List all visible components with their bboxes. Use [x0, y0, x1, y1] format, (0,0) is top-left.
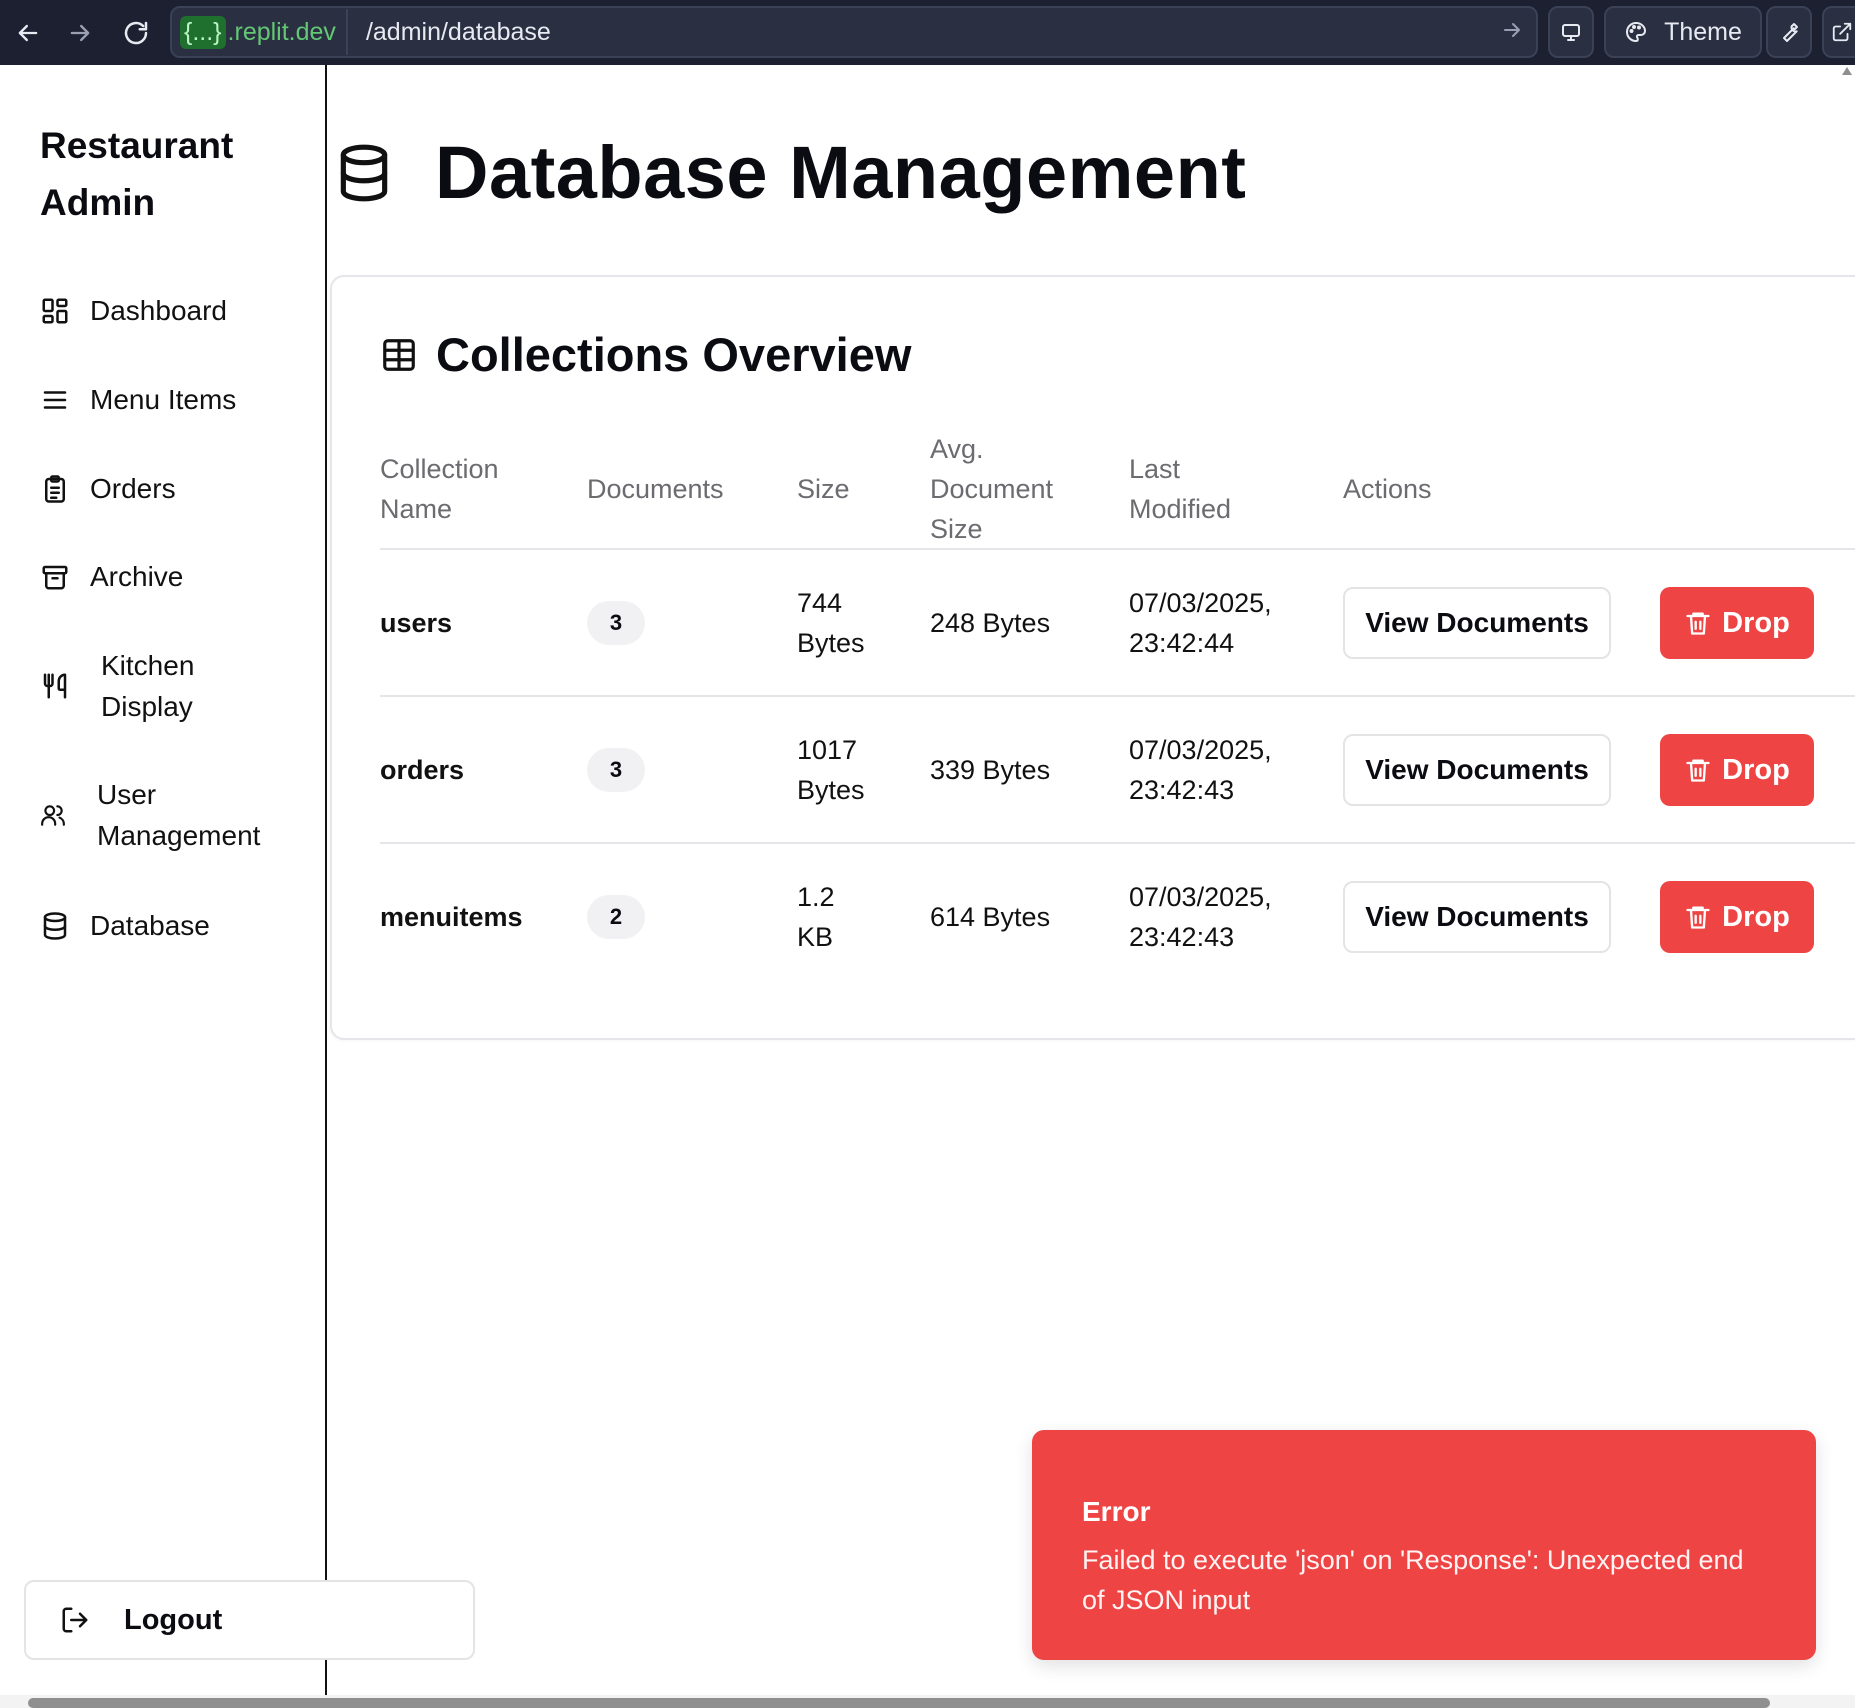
card-header: Collections Overview	[380, 327, 911, 382]
view-documents-button[interactable]: View Documents	[1343, 587, 1611, 659]
drop-label: Drop	[1722, 900, 1790, 933]
collections-card: Collections Overview Collection Name Doc…	[330, 275, 1855, 1040]
wrench-icon	[1783, 23, 1798, 42]
archive-icon	[42, 565, 68, 589]
database-icon	[340, 144, 388, 201]
sidebar-item-label: Archive	[90, 561, 184, 592]
reload-icon	[124, 21, 148, 44]
logout-button[interactable]: Logout	[24, 1580, 475, 1660]
drop-button[interactable]: Drop	[1660, 881, 1814, 953]
sidebar-item-kitchen-display[interactable]: Kitchen Display	[40, 645, 241, 727]
trash-icon	[1686, 759, 1710, 782]
forward-button[interactable]	[52, 0, 108, 65]
layout-dashboard-icon	[42, 298, 68, 323]
reload-button[interactable]	[108, 0, 164, 65]
logout-label: Logout	[124, 1603, 223, 1636]
logout-icon	[62, 1607, 88, 1633]
theme-label: Theme	[1664, 17, 1742, 46]
table-row: users 3 744 Bytes 248 Bytes 07/03/2025, …	[380, 550, 1855, 697]
drop-label: Drop	[1722, 753, 1790, 786]
users-icon	[41, 805, 65, 826]
drop-label: Drop	[1722, 606, 1790, 639]
browser-toolbar: {...} .replit.dev /admin/database Theme	[0, 0, 1855, 65]
column-header-actions: Actions	[1343, 474, 1432, 504]
sidebar: Restaurant Admin Dashboard Menu Items Or…	[0, 65, 327, 1708]
view-documents-button[interactable]: View Documents	[1343, 881, 1611, 953]
clipboard-list-icon	[45, 474, 65, 503]
theme-button[interactable]: Theme	[1604, 6, 1762, 58]
external-link-icon	[1832, 22, 1852, 42]
horizontal-scrollbar-thumb[interactable]	[28, 1698, 1770, 1708]
trash-icon	[1686, 612, 1710, 635]
documents-count-badge: 2	[587, 895, 645, 939]
sidebar-item-archive[interactable]: Archive	[40, 556, 183, 597]
menu-lines-icon	[43, 390, 67, 409]
collection-name: menuitems	[380, 902, 523, 932]
monitor-icon	[1562, 24, 1580, 41]
devtools-button[interactable]	[1766, 6, 1812, 58]
arrow-left-icon	[18, 24, 38, 41]
page-title: Database Management	[435, 131, 1247, 214]
drop-button[interactable]: Drop	[1660, 734, 1814, 806]
card-title: Collections Overview	[436, 328, 912, 381]
last-modified: 07/03/2025, 23:42:43	[1129, 882, 1272, 952]
collection-size: 1017 Bytes	[797, 735, 865, 805]
documents-count-badge: 3	[587, 601, 645, 645]
sidebar-item-orders[interactable]: Orders	[40, 468, 176, 509]
palette-icon	[1626, 22, 1647, 42]
table-header: Collection Name Documents Size Avg. Docu…	[380, 427, 1855, 550]
table-row: menuitems 2 1.2 KB 614 Bytes 07/03/2025,…	[380, 844, 1855, 991]
brand-title: Restaurant Admin	[40, 125, 234, 223]
utensils-icon	[43, 673, 67, 699]
collection-name: users	[380, 608, 453, 638]
column-header-name: Collection Name	[380, 454, 499, 524]
arrow-right-icon	[70, 24, 90, 41]
sidebar-item-label: Dashboard	[90, 295, 227, 326]
avg-document-size: 339 Bytes	[930, 755, 1051, 785]
sidebar-item-menu-items[interactable]: Menu Items	[40, 379, 236, 420]
drop-button[interactable]: Drop	[1660, 587, 1814, 659]
collection-name: orders	[380, 755, 465, 785]
url-path: /admin/database	[365, 17, 551, 46]
sidebar-item-database[interactable]: Database	[40, 905, 210, 946]
column-header-last-modified: Last Modified	[1129, 454, 1232, 524]
last-modified: 07/03/2025, 23:42:43	[1129, 735, 1272, 805]
page-header: Database Management	[333, 130, 1246, 215]
domain-chip: {...} .replit.dev	[172, 9, 348, 55]
avg-document-size: 614 Bytes	[930, 902, 1051, 932]
avg-document-size: 248 Bytes	[930, 608, 1051, 638]
error-toast[interactable]: Error Failed to execute 'json' on 'Respo…	[1032, 1430, 1816, 1660]
column-header-avg-size: Avg. Document Size	[930, 434, 1054, 544]
last-modified: 07/03/2025, 23:42:44	[1129, 588, 1272, 658]
trash-icon	[1686, 906, 1710, 929]
column-header-documents: Documents	[587, 474, 724, 504]
arrow-right-icon	[1504, 23, 1520, 37]
domain-badge: {...}	[180, 15, 226, 49]
caret-up-icon	[1842, 67, 1852, 75]
address-bar[interactable]: {...} .replit.dev /admin/database	[170, 6, 1538, 58]
sidebar-item-dashboard[interactable]: Dashboard	[40, 290, 227, 331]
toast-message: Failed to execute 'json' on 'Response': …	[1082, 1545, 1744, 1615]
table-icon	[383, 338, 415, 371]
collection-size: 1.2 KB	[797, 882, 835, 952]
go-button[interactable]	[1500, 18, 1524, 42]
column-header-size: Size	[797, 474, 850, 504]
sidebar-item-user-management[interactable]: User Management	[40, 774, 297, 856]
view-documents-button[interactable]: View Documents	[1343, 734, 1611, 806]
toast-title: Error	[1082, 1496, 1151, 1527]
collection-size: 744 Bytes	[797, 588, 865, 658]
sidebar-item-label: Kitchen Display	[101, 650, 195, 722]
open-new-tab-button[interactable]	[1822, 6, 1855, 58]
domain-suffix: .replit.dev	[227, 17, 336, 46]
scroll-up-button[interactable]	[1841, 66, 1853, 76]
sidebar-item-label: Menu Items	[90, 384, 237, 415]
sidebar-item-label: User Management	[97, 779, 261, 851]
table-row: orders 3 1017 Bytes 339 Bytes 07/03/2025…	[380, 697, 1855, 844]
sidebar-item-label: Database	[90, 910, 210, 941]
documents-count-badge: 3	[587, 748, 645, 792]
back-button[interactable]	[0, 0, 56, 65]
sidebar-item-label: Orders	[90, 473, 176, 504]
database-icon	[43, 911, 67, 940]
devices-button[interactable]	[1548, 6, 1594, 58]
